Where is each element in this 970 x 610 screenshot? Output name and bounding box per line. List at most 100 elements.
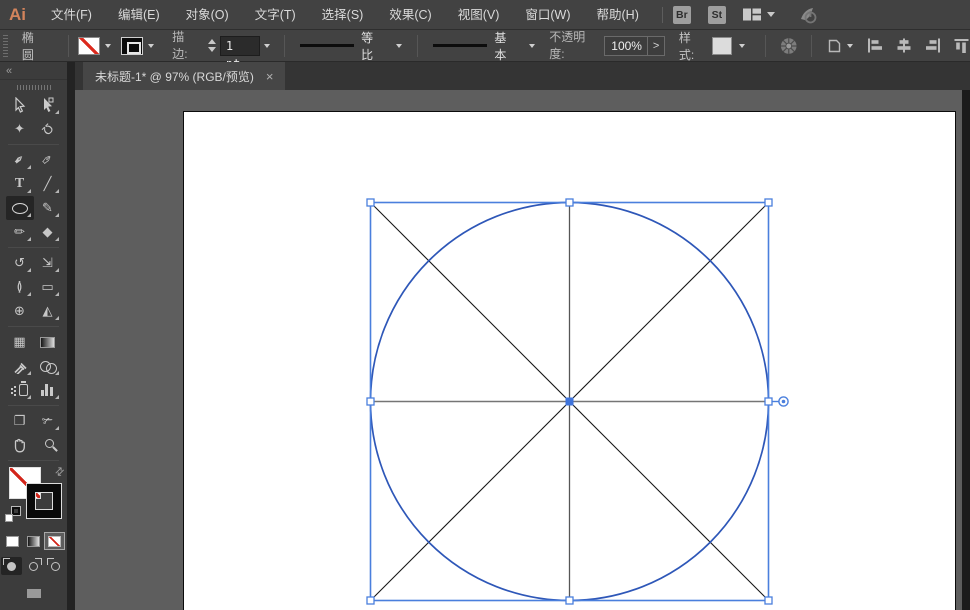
tool-type[interactable]: T [6,172,34,196]
tool-symbol-sprayer[interactable] [6,378,34,402]
tool-pen[interactable]: ✒ [6,148,34,172]
brush-definition-dropdown[interactable]: 基本 [432,29,539,63]
active-tool-label: 椭圆 [21,30,34,62]
fill-color-dropdown[interactable] [78,36,115,56]
stroke-swatch-black[interactable] [27,484,61,518]
handle-bottom-left[interactable] [366,596,375,605]
menu-type[interactable]: 文字(T) [242,0,309,30]
swap-fill-stroke-icon[interactable]: ⇄ [52,464,67,479]
illustrator-window: Ai 文件(F) 编辑(E) 对象(O) 文字(T) 选择(S) 效果(C) 视… [0,0,970,610]
tools-panel-grip[interactable] [16,85,51,90]
tool-mesh[interactable]: ▦ [6,330,34,354]
stock-button[interactable]: St [707,5,726,24]
tool-zoom[interactable] [34,433,62,457]
align-left-icon[interactable] [867,38,883,53]
canvas[interactable] [75,90,970,610]
tool-eyedropper[interactable] [6,354,34,378]
tool-artboard[interactable]: ❐ [6,409,34,433]
menu-select[interactable]: 选择(S) [309,0,377,30]
tool-blend[interactable] [34,354,62,378]
recolor-artwork-icon[interactable] [779,36,799,56]
menu-object[interactable]: 对象(O) [173,0,242,30]
menu-help[interactable]: 帮助(H) [584,0,652,30]
tool-scale[interactable]: ⇲ [34,251,62,275]
chevron-down-icon [735,36,750,56]
center-anchor-point[interactable] [565,397,574,406]
bridge-button[interactable]: Br [672,5,691,24]
handle-middle-right[interactable] [764,397,773,406]
tool-width[interactable]: ≬ [6,275,34,299]
style-dropdown[interactable] [711,36,750,56]
stroke-weight-dropdown[interactable] [260,36,275,56]
stroke-color-dropdown[interactable] [121,36,158,56]
tool-ellipse[interactable] [5,196,34,220]
tool-gradient[interactable] [34,330,62,354]
lasso-icon: Ω [38,120,57,138]
tool-magic-wand[interactable]: ✦ [6,117,34,141]
gpu-performance-icon[interactable] [797,5,819,25]
workspace-switcher[interactable] [742,8,775,21]
tool-curvature[interactable]: ✑ [34,148,62,172]
tool-selection[interactable] [6,93,34,117]
collapse-panel-button[interactable]: « [6,65,12,77]
draw-behind-button[interactable] [23,557,44,575]
tool-lasso[interactable]: Ω [34,117,62,141]
handle-bottom-right[interactable] [764,596,773,605]
artboard-tool-icon: ❐ [13,413,26,428]
app-logo[interactable]: Ai [0,5,38,25]
menu-view[interactable]: 视图(V) [445,0,513,30]
draw-normal-button[interactable] [1,557,22,575]
draw-inside-button[interactable] [45,557,66,575]
separator [283,34,285,57]
default-fill-stroke-icon[interactable] [5,507,20,522]
chevron-down-icon [766,12,775,17]
handle-bottom-center[interactable] [565,596,574,605]
align-center-icon[interactable] [896,38,912,53]
close-tab-icon[interactable]: × [266,70,274,83]
tool-hand[interactable] [6,433,34,457]
tool-grid: ✦ Ω [0,93,67,141]
eyedropper-icon [13,362,27,374]
opacity-expand-button[interactable]: > [648,35,665,56]
handle-top-center[interactable] [565,198,574,207]
draw-normal-icon [3,557,16,571]
tool-shaper[interactable]: ✏ [6,220,34,244]
none-button[interactable] [44,532,65,550]
menu-effect[interactable]: 效果(C) [376,0,444,30]
tool-slice[interactable]: ✃ [34,409,62,433]
handle-middle-left[interactable] [366,397,375,406]
menu-edit[interactable]: 编辑(E) [105,0,173,30]
handle-top-right[interactable] [764,198,773,207]
transform-options[interactable] [825,37,853,55]
align-right-icon[interactable] [925,38,941,53]
tool-rotate[interactable]: ↺ [6,251,34,275]
align-top-icon[interactable] [954,38,970,53]
tool-column-graph[interactable] [34,378,62,402]
document-tab[interactable]: 未标题-1* @ 97% (RGB/预览) × [83,62,286,90]
tool-shape-builder[interactable]: ⊕ [6,299,34,323]
tool-group-separator [8,144,59,145]
panel-grip[interactable] [3,34,8,57]
tool-line-segment[interactable]: ╱ [34,172,62,196]
tool-direct-selection[interactable] [34,93,62,117]
stroke-panel-link[interactable]: 描边: [172,28,199,64]
menu-file[interactable]: 文件(F) [38,0,105,30]
menu-window[interactable]: 窗口(W) [512,0,583,30]
screen-mode-icon[interactable] [26,584,47,598]
tool-perspective-grid[interactable]: ◭ [34,299,62,323]
tool-paintbrush[interactable]: ✎ [34,196,62,220]
chevron-down-icon [143,36,158,56]
tool-free-transform[interactable]: ▭ [34,275,62,299]
stroke-weight-stepper[interactable] [207,39,216,52]
tool-eraser[interactable]: ◆ [34,220,62,244]
gradient-button[interactable] [24,533,43,549]
handle-top-left[interactable] [366,198,375,207]
opacity-input[interactable]: 100% [604,35,649,56]
ellipse-icon [11,202,28,214]
opacity-panel-link[interactable]: 不透明度: [549,28,600,64]
draw-behind-icon [29,557,42,571]
width-profile-dropdown[interactable]: 等比 [299,29,406,63]
separator [764,34,766,57]
stroke-weight-input[interactable]: 1 pt [219,35,261,71]
color-button[interactable] [3,533,22,549]
